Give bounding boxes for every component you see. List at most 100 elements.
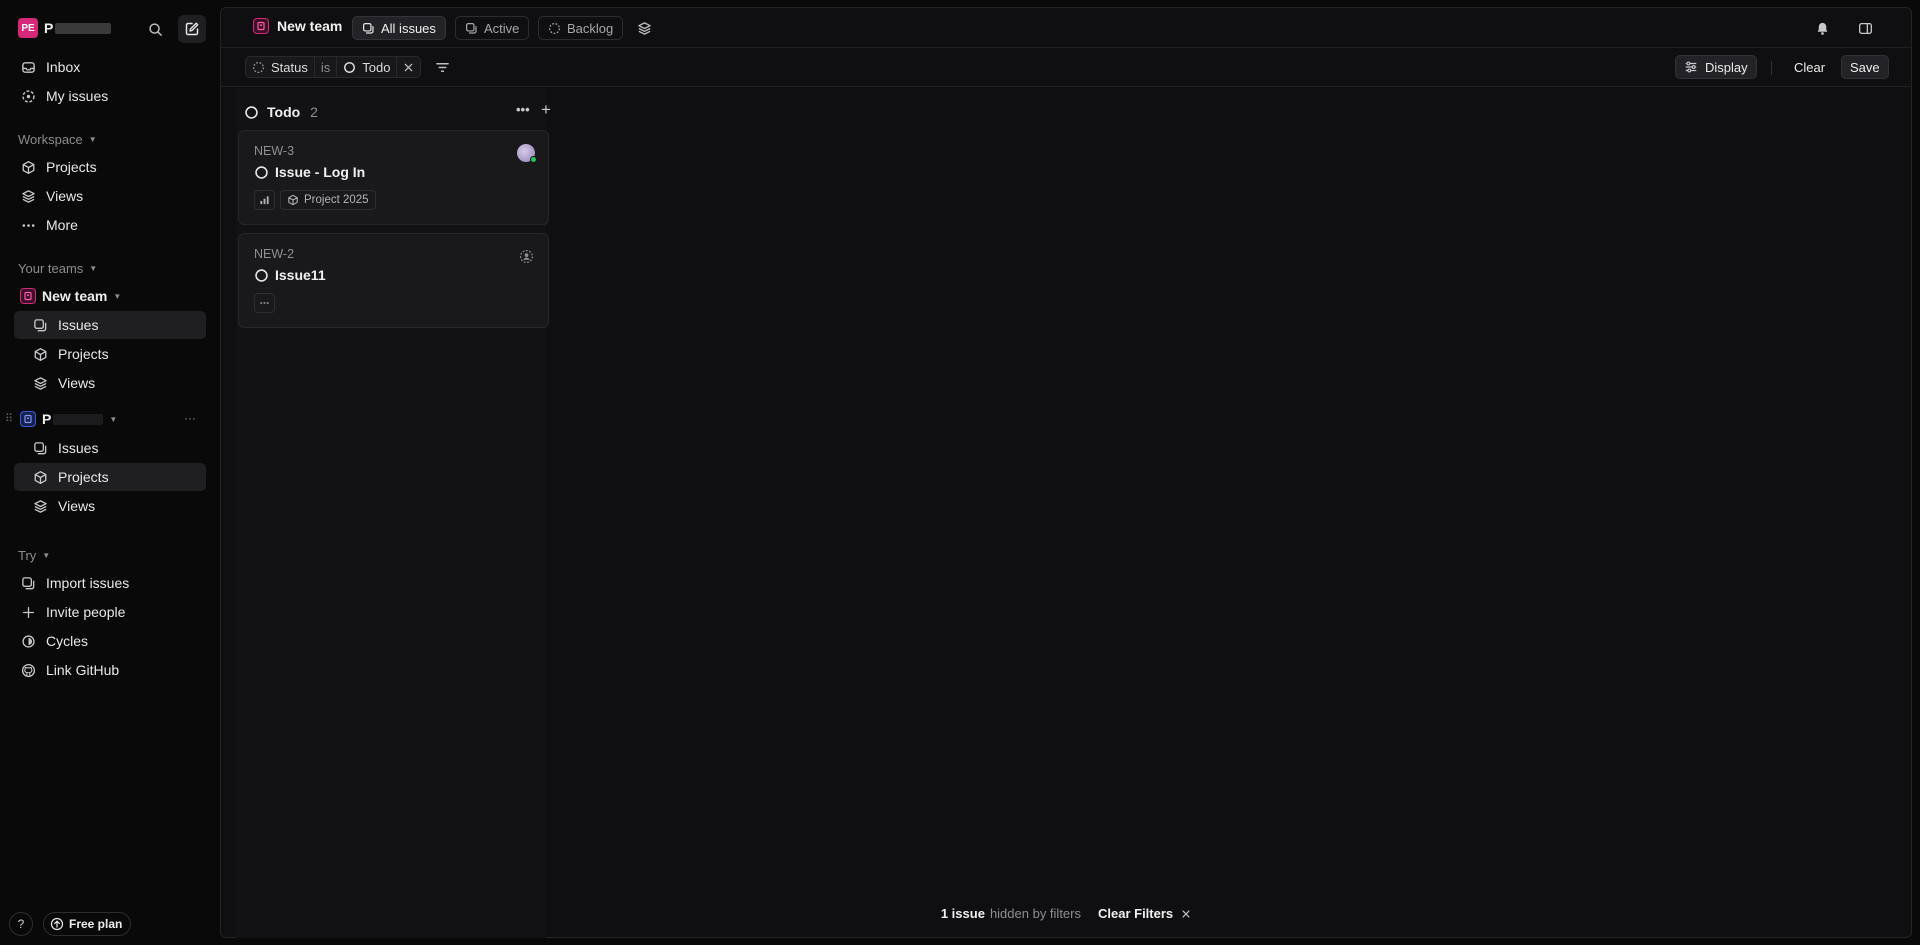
tab-label: All issues (381, 20, 436, 36)
sidebar-item-team2-projects[interactable]: Projects (14, 463, 206, 491)
workspace-section-toggle[interactable]: Workspace ▼ (18, 132, 97, 147)
toggle-panel-button[interactable] (1856, 19, 1874, 37)
no-priority-icon (260, 302, 269, 304)
todo-status-icon[interactable] (254, 268, 269, 283)
help-button[interactable]: ? (9, 912, 33, 936)
team-options-button[interactable]: ··· (184, 411, 196, 425)
assign-button[interactable] (517, 247, 535, 265)
filter-operator[interactable]: is (313, 57, 336, 77)
breadcrumb-team[interactable]: New team (253, 18, 342, 34)
try-section-toggle[interactable]: Try ▼ (18, 548, 50, 563)
issue-card[interactable]: NEW-2 Issue11 (238, 233, 549, 328)
sidebar-item-inbox[interactable]: Inbox (14, 53, 206, 81)
sidebar-item-label: Issues (58, 317, 99, 333)
issue-card[interactable]: NEW-3 Issue - Log In Project 2025 (238, 130, 549, 225)
caret-down-icon: ▼ (113, 291, 122, 301)
layers-icon (20, 188, 36, 204)
sidebar-item-label: Views (58, 375, 96, 391)
cube-icon (32, 469, 48, 485)
todo-status-icon[interactable] (254, 165, 269, 180)
project-chip[interactable]: Project 2025 (280, 190, 376, 210)
header: New team All issues Active Backlog (221, 8, 1911, 48)
sidebar-item-team-views[interactable]: Views (14, 369, 206, 397)
sidebar-item-cycles[interactable]: Cycles (14, 627, 206, 655)
save-button[interactable]: Save (1841, 55, 1889, 79)
status-filter-chip[interactable]: Status is Todo (245, 56, 422, 78)
sidebar-item-my-issues[interactable]: My issues (14, 82, 206, 110)
filter-field-label: Status (271, 59, 308, 75)
search-button[interactable] (141, 15, 169, 43)
todo-status-icon (245, 105, 258, 119)
hidden-issues-notice: 1 issue hidden by filters Clear Filters (221, 906, 1911, 921)
my-issues-icon (20, 88, 36, 104)
sidebar-item-views[interactable]: Views (14, 182, 206, 210)
add-issue-button[interactable]: + (541, 100, 551, 120)
priority-button[interactable] (254, 190, 275, 210)
sidebar-item-label: Projects (46, 159, 97, 175)
cube-icon (32, 346, 48, 362)
sidebar-item-team2-views[interactable]: Views (14, 492, 206, 520)
priority-bars-icon (260, 196, 269, 205)
cube-icon (20, 159, 36, 175)
sidebar-footer: ? Free plan (9, 912, 132, 936)
tab-active[interactable]: Active (455, 16, 530, 40)
clear-button[interactable]: Clear (1786, 55, 1833, 79)
issue-title: Issue11 (254, 267, 326, 283)
status-icon (253, 61, 264, 73)
column-title: Todo (267, 104, 301, 120)
redacted-text (55, 22, 112, 34)
team-name: New team (277, 18, 343, 34)
new-issue-button[interactable] (178, 15, 206, 43)
sidebar-item-label: Projects (58, 469, 109, 485)
sidebar-item-label: Views (46, 188, 84, 204)
close-icon (405, 63, 413, 71)
sidebar-item-label: Invite people (46, 604, 126, 620)
sidebar-item-import-issues[interactable]: Import issues (14, 569, 206, 597)
filter-field[interactable]: Status (246, 57, 314, 77)
tab-all-issues[interactable]: All issues (352, 16, 446, 40)
notifications-button[interactable] (1813, 19, 1831, 37)
clear-filters-button[interactable]: Clear Filters (1098, 906, 1191, 921)
filter-value-label: Todo (362, 59, 391, 75)
sidebar-item-more[interactable]: More (14, 211, 206, 239)
sidebar-item-team2-issues[interactable]: Issues (14, 434, 206, 462)
layers-icon (637, 21, 651, 35)
drag-handle-icon[interactable]: ⠿ (5, 412, 13, 425)
board-column-todo: Todo 2 ••• + NEW-3 Issue - Log In Projec… (236, 88, 551, 938)
sidebar-item-label: Import issues (46, 575, 130, 591)
issue-meta (254, 293, 275, 313)
teams-section-toggle[interactable]: Your teams ▼ (18, 261, 97, 276)
team-name: P (42, 411, 52, 427)
add-filter-button[interactable] (433, 58, 451, 76)
display-button[interactable]: Display (1675, 55, 1757, 79)
main-panel: New team All issues Active Backlog Statu… (220, 7, 1912, 938)
issue-title-text: Issue - Log In (275, 164, 366, 180)
sidebar-item-invite-people[interactable]: Invite people (14, 598, 206, 626)
sidebar-item-link-github[interactable]: Link GitHub (14, 656, 206, 684)
layers-icon (32, 498, 48, 514)
divider (1771, 61, 1772, 75)
team-icon (20, 288, 36, 304)
team-p[interactable]: P ▼ (20, 407, 210, 431)
filter-value[interactable]: Todo (336, 57, 396, 77)
sidebar-item-projects[interactable]: Projects (14, 153, 206, 181)
issues-icon (32, 317, 48, 333)
sidebar-item-label: Views (58, 498, 96, 514)
free-plan-button[interactable]: Free plan (43, 912, 132, 936)
bell-icon (1817, 22, 1827, 35)
compose-icon (185, 22, 199, 36)
search-icon (148, 22, 162, 36)
remove-filter-button[interactable] (396, 57, 420, 77)
sidebar-item-team-projects[interactable]: Projects (14, 340, 206, 368)
assignee-avatar[interactable] (517, 144, 537, 163)
views-layers-button[interactable] (635, 19, 653, 37)
issue-id: NEW-3 (254, 144, 295, 158)
sidebar-item-team-issues[interactable]: Issues (14, 311, 206, 339)
team-new-team[interactable]: New team ▼ (20, 284, 210, 308)
cycle-icon (20, 633, 36, 649)
column-options-button[interactable]: ••• (516, 102, 530, 117)
project-name: Project 2025 (304, 194, 369, 206)
tab-backlog[interactable]: Backlog (538, 16, 624, 40)
priority-button[interactable] (254, 293, 275, 313)
sidebar-item-label: My issues (46, 88, 109, 104)
